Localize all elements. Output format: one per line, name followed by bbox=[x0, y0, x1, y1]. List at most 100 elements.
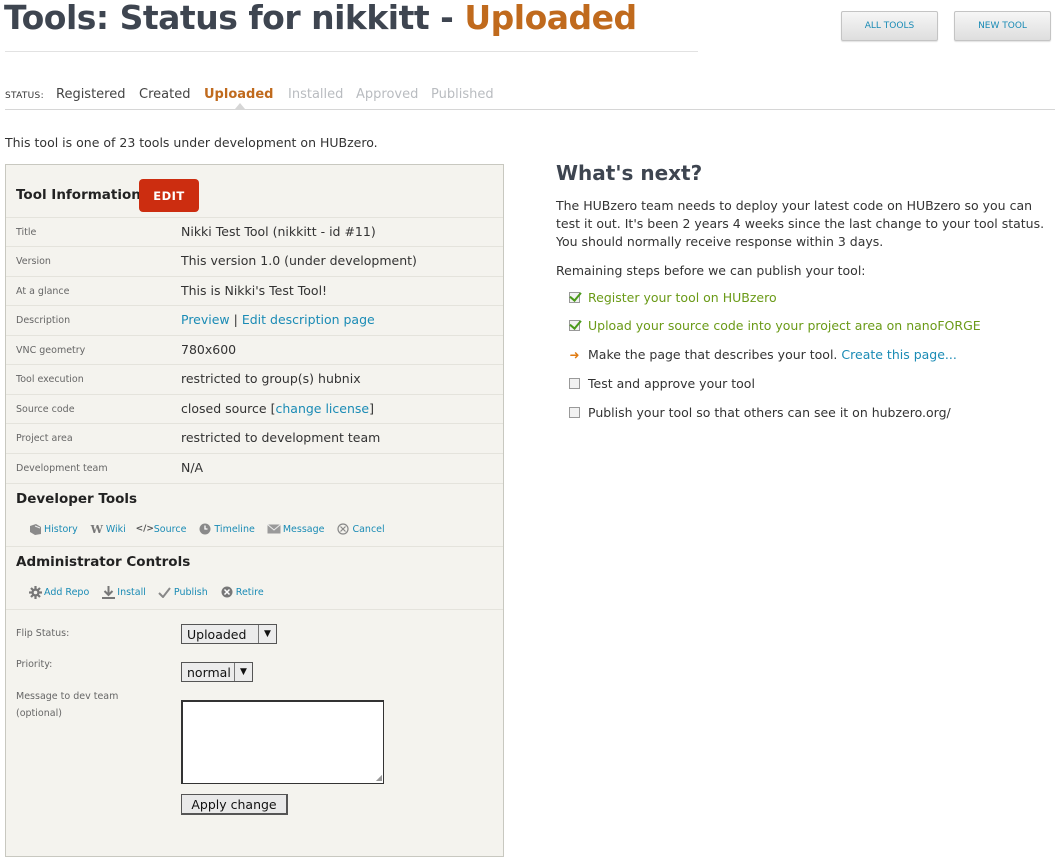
page-title-prefix: Tools: Status for nikkitt - bbox=[4, 0, 465, 37]
wiki-label: Wiki bbox=[105, 523, 126, 535]
chevron-down-icon: ▼ bbox=[234, 663, 252, 681]
row-value: 780x600 bbox=[181, 342, 237, 357]
step-label: Upload your source code into your projec… bbox=[588, 318, 981, 333]
install-label: Install bbox=[117, 586, 146, 598]
add-repo-label: Add Repo bbox=[44, 586, 90, 598]
publish-link[interactable]: Publish bbox=[158, 586, 208, 598]
wiki-icon: W bbox=[90, 522, 103, 536]
row-tool-execution: Tool execution restricted to group(s) hu… bbox=[6, 364, 503, 393]
edit-button[interactable]: EDIT bbox=[139, 179, 199, 212]
cancel-link[interactable]: Cancel bbox=[336, 523, 385, 535]
link-separator: | bbox=[229, 312, 242, 327]
title-divider bbox=[5, 51, 698, 52]
gear-icon bbox=[28, 585, 42, 599]
flip-status-value: Uploaded bbox=[187, 626, 247, 642]
status-tab-created: Created bbox=[139, 87, 191, 102]
preview-link[interactable]: Preview bbox=[181, 312, 230, 327]
step-label: Test and approve your tool bbox=[588, 376, 755, 391]
row-value: This version 1.0 (under development) bbox=[181, 253, 417, 268]
row-description: Description Preview | Edit description p… bbox=[6, 305, 503, 334]
step-publish: Publish your tool so that others can see… bbox=[568, 405, 951, 420]
divider bbox=[6, 546, 503, 547]
checkbox bbox=[569, 320, 580, 331]
download-icon bbox=[101, 585, 115, 599]
change-license-link[interactable]: change license bbox=[275, 401, 369, 416]
whats-next-description: The HUBzero team needs to deploy your la… bbox=[556, 198, 1045, 249]
cancel-label: Cancel bbox=[352, 523, 385, 535]
tool-info-heading: Tool Information bbox=[16, 187, 141, 203]
step-label: Register your tool on HUBzero bbox=[588, 290, 777, 305]
status-label: STATUS: bbox=[5, 91, 44, 101]
status-tab-published: Published bbox=[431, 87, 494, 102]
checked-box-icon bbox=[568, 319, 581, 332]
priority-select[interactable]: normal ▼ bbox=[181, 662, 253, 682]
history-icon bbox=[28, 523, 42, 535]
resize-grip-icon[interactable]: ◢ bbox=[376, 774, 382, 782]
message-link[interactable]: Message bbox=[267, 523, 325, 535]
message-label: Message to dev team (optional) bbox=[16, 688, 118, 722]
row-project-area: Project area restricted to development t… bbox=[6, 423, 503, 452]
apply-change-button[interactable]: Apply change bbox=[181, 794, 288, 815]
row-value: restricted to development team bbox=[181, 430, 381, 445]
cancel-icon bbox=[336, 523, 350, 535]
row-value: Preview | Edit description page bbox=[181, 312, 375, 327]
wiki-link[interactable]: W Wiki bbox=[90, 522, 126, 536]
current-status-pointer-icon bbox=[235, 103, 245, 109]
edit-description-link[interactable]: Edit description page bbox=[242, 312, 375, 327]
step-make-page: ➜ Make the page that describes your tool… bbox=[568, 347, 956, 362]
checkbox bbox=[569, 378, 580, 389]
arrow-right-icon: ➜ bbox=[569, 347, 580, 362]
message-label-line: Message to dev team bbox=[16, 691, 119, 702]
all-tools-button[interactable]: All Tools bbox=[841, 11, 938, 41]
status-tab-installed: Installed bbox=[288, 87, 344, 102]
history-label: History bbox=[44, 523, 78, 535]
row-label: Description bbox=[16, 315, 71, 326]
source-value: closed source bbox=[181, 401, 271, 416]
create-page-link[interactable]: Create this page... bbox=[841, 347, 956, 362]
status-tab-approved: Approved bbox=[356, 87, 419, 102]
message-textarea[interactable]: ◢ bbox=[181, 700, 384, 784]
admin-links: Add Repo Install Publish Retire bbox=[28, 585, 276, 599]
developer-tools-links: History W Wiki </> Source Timeline Message… bbox=[28, 522, 397, 536]
row-label: Title bbox=[16, 227, 37, 238]
chevron-down-icon: ▼ bbox=[258, 625, 276, 643]
add-repo-link[interactable]: Add Repo bbox=[28, 585, 90, 599]
row-value: closed source [change license] bbox=[181, 401, 374, 416]
remaining-steps-heading: Remaining steps before we can publish yo… bbox=[556, 263, 866, 278]
message-label: Message bbox=[282, 523, 325, 535]
row-value: Nikki Test Tool (nikkitt - id #11) bbox=[181, 224, 376, 239]
unchecked-box-icon bbox=[568, 377, 581, 390]
page-title-status: Uploaded bbox=[464, 0, 637, 37]
checked-box-icon bbox=[568, 291, 581, 304]
row-development-team: Development team N/A bbox=[6, 453, 503, 482]
row-label: Tool execution bbox=[16, 374, 84, 385]
intro-text: This tool is one of 23 tools under devel… bbox=[5, 135, 378, 150]
row-label: Project area bbox=[16, 433, 73, 444]
checkmark-icon bbox=[158, 586, 172, 598]
row-label: Development team bbox=[16, 463, 108, 474]
history-link[interactable]: History bbox=[28, 523, 78, 535]
row-value: This is Nikki's Test Tool! bbox=[181, 283, 328, 298]
code-icon: </> bbox=[135, 524, 154, 534]
flip-status-select[interactable]: Uploaded ▼ bbox=[181, 624, 277, 644]
row-label: VNC geometry bbox=[16, 345, 86, 356]
source-link[interactable]: </> Source bbox=[135, 523, 187, 535]
install-link[interactable]: Install bbox=[101, 585, 146, 599]
row-version: Version This version 1.0 (under developm… bbox=[6, 246, 503, 275]
retire-label: Retire bbox=[235, 586, 264, 598]
new-tool-button[interactable]: New Tool bbox=[954, 11, 1051, 41]
timeline-link[interactable]: Timeline bbox=[198, 523, 255, 535]
step-test: Test and approve your tool bbox=[568, 376, 755, 391]
status-bar: STATUS: Registered Created Uploaded Inst… bbox=[5, 86, 1055, 110]
whats-next-heading: What's next? bbox=[556, 161, 703, 185]
status-tab-registered: Registered bbox=[56, 87, 126, 102]
retire-link[interactable]: Retire bbox=[220, 586, 264, 598]
page-title: Tools: Status for nikkitt - Uploaded bbox=[4, 0, 637, 37]
publish-label: Publish bbox=[173, 586, 208, 598]
tool-info-panel: Tool Information EDIT Title Nikki Test T… bbox=[5, 164, 504, 857]
row-vnc-geometry: VNC geometry 780x600 bbox=[6, 335, 503, 364]
timeline-label: Timeline bbox=[214, 523, 255, 535]
row-label: At a glance bbox=[16, 286, 70, 297]
row-label: Source code bbox=[16, 404, 75, 415]
row-source-code: Source code closed source [change licens… bbox=[6, 394, 503, 423]
